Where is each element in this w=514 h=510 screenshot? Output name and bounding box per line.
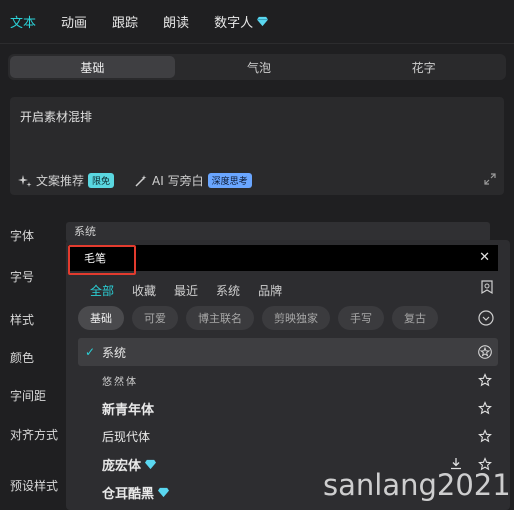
font-name-wrap: 仓耳酷黑 <box>102 483 170 502</box>
category-recent[interactable]: 最近 <box>174 282 198 299</box>
free-badge: 限免 <box>88 173 115 188</box>
font-item[interactable]: 后现代体 <box>78 422 498 450</box>
label-preset-style: 预设样式 <box>10 479 59 493</box>
star-icon[interactable] <box>478 345 492 359</box>
top-nav: 文本 动画 跟踪 朗读 数字人 <box>0 0 514 44</box>
deep-thinking-badge: 深度思考 <box>207 173 252 188</box>
tab-animation-label: 动画 <box>61 16 88 31</box>
style-segmented-control: 基础 气泡 花字 <box>8 54 506 80</box>
font-tag-chips: 基础 可爱 博主联名 剪映独家 手写 复古 <box>78 306 438 330</box>
font-select[interactable]: 系统 <box>66 222 490 242</box>
close-icon[interactable]: ✕ <box>479 250 490 265</box>
copy-recommend-button[interactable]: 文案推荐 <box>36 172 84 189</box>
font-item[interactable]: 新青年体 <box>78 394 498 422</box>
watermark: sanlang2021 <box>323 468 511 502</box>
chevron-down-icon[interactable] <box>478 310 494 326</box>
subtab-bubble[interactable]: 气泡 <box>177 54 342 80</box>
tab-read-aloud-label: 朗读 <box>163 16 190 31</box>
tab-digital-human-label: 数字人 <box>214 16 254 31</box>
font-name: 庞宏体 <box>102 458 142 474</box>
chip-cute[interactable]: 可爱 <box>132 306 178 330</box>
diamond-icon <box>158 487 170 497</box>
star-icon[interactable] <box>478 401 492 415</box>
tab-text[interactable]: 文本 <box>10 12 36 31</box>
textbox-actions: 文案推荐 限免 AI 写旁白 深度思考 <box>18 172 252 189</box>
font-item[interactable]: 悠然体 <box>78 366 498 394</box>
diamond-icon <box>257 16 269 27</box>
tab-tracking-label: 跟踪 <box>112 16 139 31</box>
font-library-icon[interactable] <box>480 280 494 296</box>
tab-read-aloud[interactable]: 朗读 <box>163 12 189 31</box>
font-name: 新青年体 <box>102 402 155 418</box>
subtab-fancy-text[interactable]: 花字 <box>341 54 506 80</box>
tab-text-label: 文本 <box>10 16 37 31</box>
label-spacing: 字间距 <box>10 389 47 403</box>
text-content-area[interactable]: 开启素材混排 文案推荐 限免 AI 写旁白 深度思考 <box>10 97 504 195</box>
label-style: 样式 <box>10 313 35 327</box>
chip-retro[interactable]: 复古 <box>392 306 438 330</box>
magic-wand-icon <box>135 174 147 187</box>
chip-handwriting[interactable]: 手写 <box>338 306 384 330</box>
font-categories: 全部 收藏 最近 系统 品牌 <box>90 282 282 299</box>
label-size: 字号 <box>10 270 35 284</box>
chip-basic[interactable]: 基础 <box>78 306 124 330</box>
font-name: 悠然体 <box>102 376 138 388</box>
tab-animation[interactable]: 动画 <box>61 12 87 31</box>
font-item[interactable]: ✓ 系统 <box>78 338 498 366</box>
check-icon: ✓ <box>84 345 96 359</box>
star-icon[interactable] <box>478 373 492 387</box>
chip-blogger-collab[interactable]: 博主联名 <box>186 306 254 330</box>
font-name-wrap: 庞宏体 <box>102 455 157 474</box>
font-name: 仓耳酷黑 <box>102 486 155 502</box>
star-icon[interactable] <box>478 429 492 443</box>
tab-tracking[interactable]: 跟踪 <box>112 12 138 31</box>
label-align: 对齐方式 <box>10 428 59 442</box>
category-system[interactable]: 系统 <box>216 282 240 299</box>
subtab-basic[interactable]: 基础 <box>10 56 175 78</box>
ai-narration-button[interactable]: AI 写旁白 <box>152 172 204 189</box>
category-all[interactable]: 全部 <box>90 282 114 299</box>
label-color: 颜色 <box>10 351 35 365</box>
font-name: 后现代体 <box>102 429 151 444</box>
tab-digital-human[interactable]: 数字人 <box>214 12 269 31</box>
sparkle-icon <box>18 174 32 187</box>
diamond-icon <box>145 459 157 469</box>
font-search-input[interactable]: 毛笔 ✕ <box>68 245 498 275</box>
category-brand[interactable]: 品牌 <box>258 282 282 299</box>
label-font: 字体 <box>10 229 35 243</box>
font-name: 系统 <box>102 345 127 360</box>
chip-exclusive[interactable]: 剪映独家 <box>262 306 330 330</box>
category-favorites[interactable]: 收藏 <box>132 282 156 299</box>
font-search-value[interactable]: 毛笔 <box>84 250 106 266</box>
expand-icon[interactable] <box>484 173 496 185</box>
text-content[interactable]: 开启素材混排 <box>20 108 92 125</box>
